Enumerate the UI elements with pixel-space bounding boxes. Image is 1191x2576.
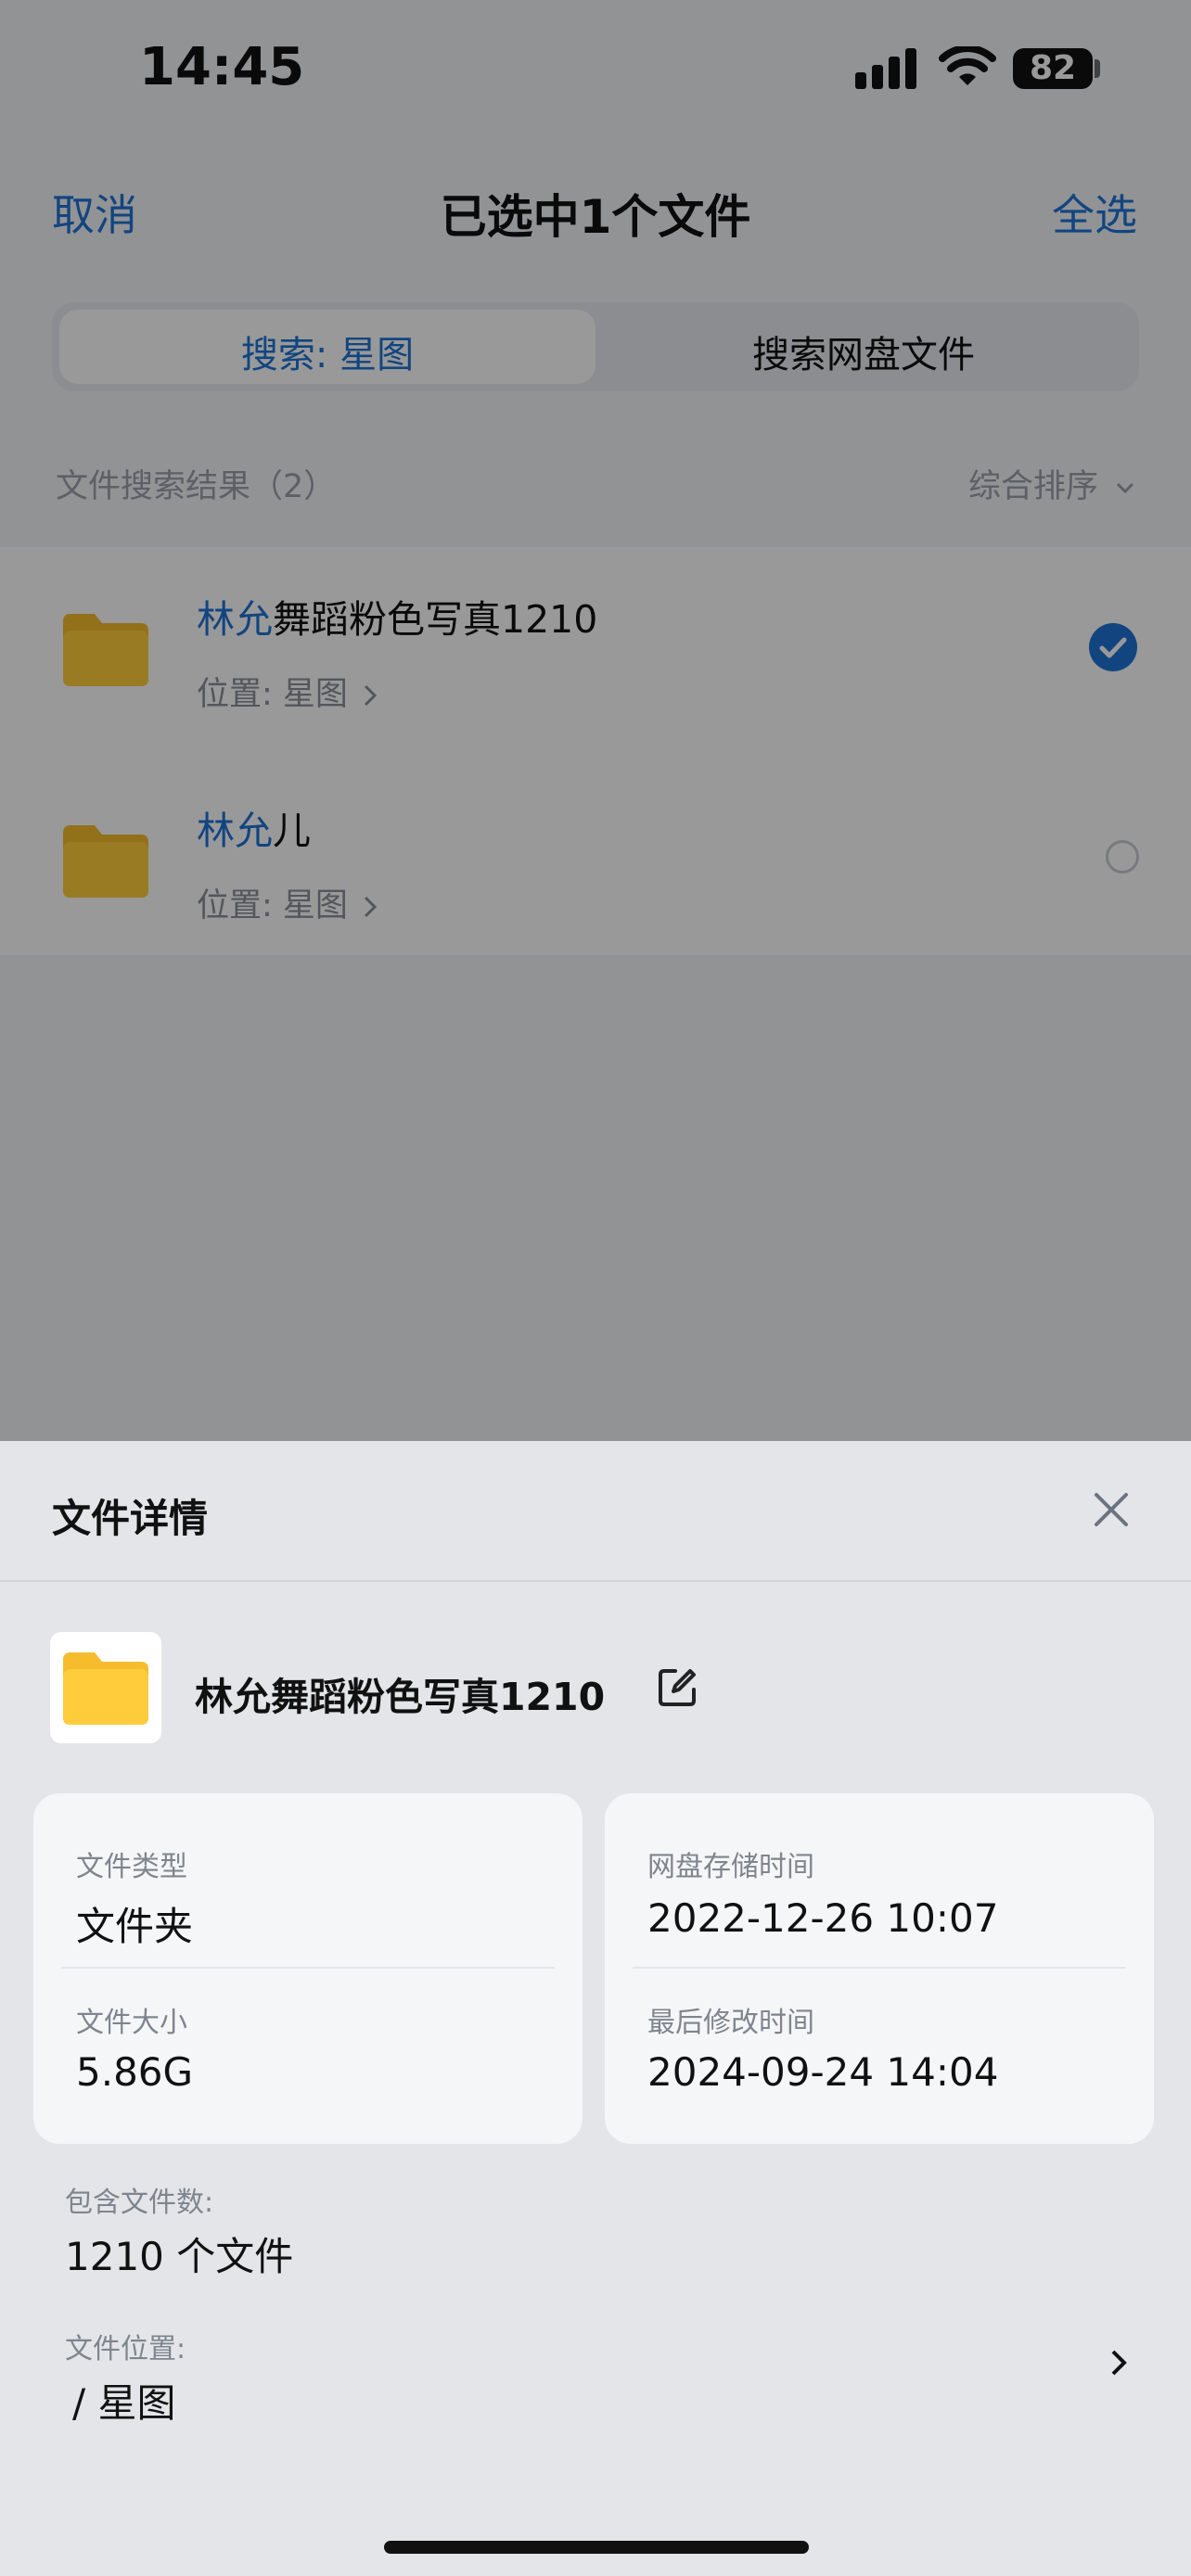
close-icon[interactable] <box>1089 1487 1133 1532</box>
home-indicator <box>384 2541 809 2554</box>
file-location-row[interactable]: 文件位置: / 星图 <box>0 2309 1191 2429</box>
file-location-value: / 星图 <box>72 2380 176 2426</box>
divider <box>633 1967 1126 1969</box>
modified-time-value: 2024-09-24 14:04 <box>647 2049 999 2095</box>
sheet-title: 文件详情 <box>52 1496 209 1541</box>
stored-time-value: 2022-12-26 10:07 <box>647 1895 999 1941</box>
file-size-value: 5.86G <box>76 2049 194 2095</box>
file-type-value: 文件夹 <box>76 1904 194 1949</box>
folder-icon <box>63 1652 148 1725</box>
file-location-label: 文件位置: <box>65 2333 186 2366</box>
stored-time-label: 网盘存储时间 <box>647 1851 814 1883</box>
file-info-card: 文件类型 文件夹 文件大小 5.86G <box>33 1793 583 2144</box>
file-time-card: 网盘存储时间 2022-12-26 10:07 最后修改时间 2024-09-2… <box>605 1793 1154 2144</box>
chevron-right-icon <box>1111 2350 1127 2376</box>
file-name: 林允舞蹈粉色写真1210 <box>195 1675 606 1719</box>
divider <box>61 1967 555 1969</box>
file-thumbnail <box>50 1632 161 1743</box>
file-count-label: 包含文件数: <box>65 2187 214 2219</box>
file-count-value: 1210 个文件 <box>65 2234 294 2279</box>
modal-backdrop[interactable] <box>0 0 1191 1441</box>
file-type-label: 文件类型 <box>76 1851 187 1883</box>
file-size-label: 文件大小 <box>76 2007 187 2039</box>
modified-time-label: 最后修改时间 <box>647 2007 814 2039</box>
edit-icon[interactable] <box>655 1665 699 1710</box>
divider <box>0 1580 1191 1582</box>
